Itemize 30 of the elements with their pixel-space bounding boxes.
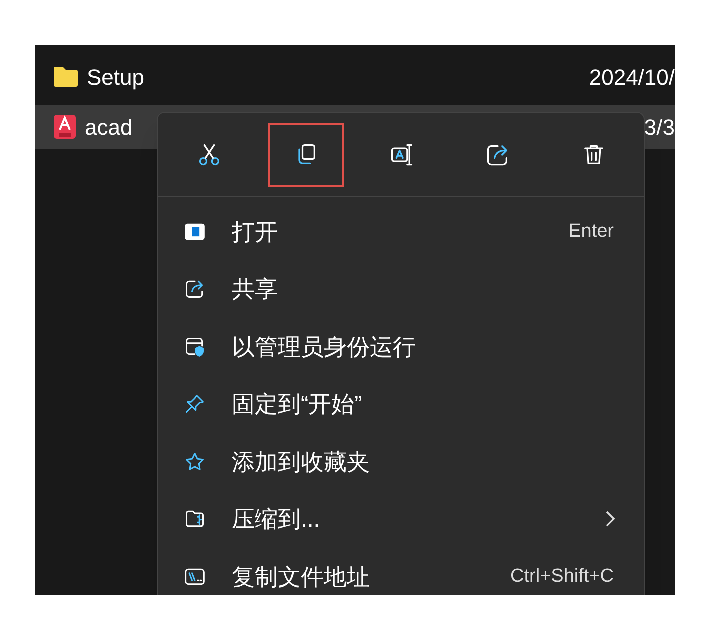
- pin-icon: [184, 393, 206, 416]
- menu-item[interactable]: 共享: [158, 260, 644, 318]
- rename-icon: [389, 142, 415, 168]
- toolbar-button[interactable]: [268, 122, 344, 186]
- file-name: acad: [85, 114, 133, 142]
- menu-item[interactable]: 打开 Enter: [158, 203, 644, 260]
- chevron-right-icon: [604, 509, 618, 530]
- shield-window-icon: [184, 336, 206, 358]
- menu-item[interactable]: 复制文件地址 Ctrl+Shift+C: [158, 548, 644, 595]
- menu-item-label: 共享: [232, 275, 278, 304]
- menu-item[interactable]: 压缩到...: [158, 490, 644, 548]
- menu-item-label: 打开: [232, 218, 278, 246]
- shortcut-text: Enter: [568, 220, 614, 244]
- menu-item[interactable]: 添加到收藏夹: [158, 433, 644, 490]
- menu-item-label: 添加到收藏夹: [232, 448, 370, 476]
- folder-icon: [53, 66, 79, 88]
- menu-item[interactable]: 以管理员身份运行: [158, 318, 644, 376]
- star-icon: [184, 450, 206, 473]
- menu-item-label: 压缩到...: [232, 505, 320, 534]
- menu-item[interactable]: 固定到“开始”: [158, 376, 644, 433]
- file-date: 3/3: [644, 114, 675, 142]
- share-icon: [184, 278, 206, 300]
- app-icon: [53, 114, 77, 140]
- menu-item-label: 以管理员身份运行: [232, 332, 416, 362]
- shortcut-text: Ctrl+Shift+C: [510, 564, 614, 588]
- file-row[interactable]: Setup 2024/10/: [35, 55, 675, 99]
- menu-item-label: 固定到“开始”: [232, 390, 362, 419]
- file-date: 2024/10/: [589, 64, 675, 92]
- file-name: Setup: [87, 64, 144, 92]
- menu-item-label: 复制文件地址: [232, 562, 370, 592]
